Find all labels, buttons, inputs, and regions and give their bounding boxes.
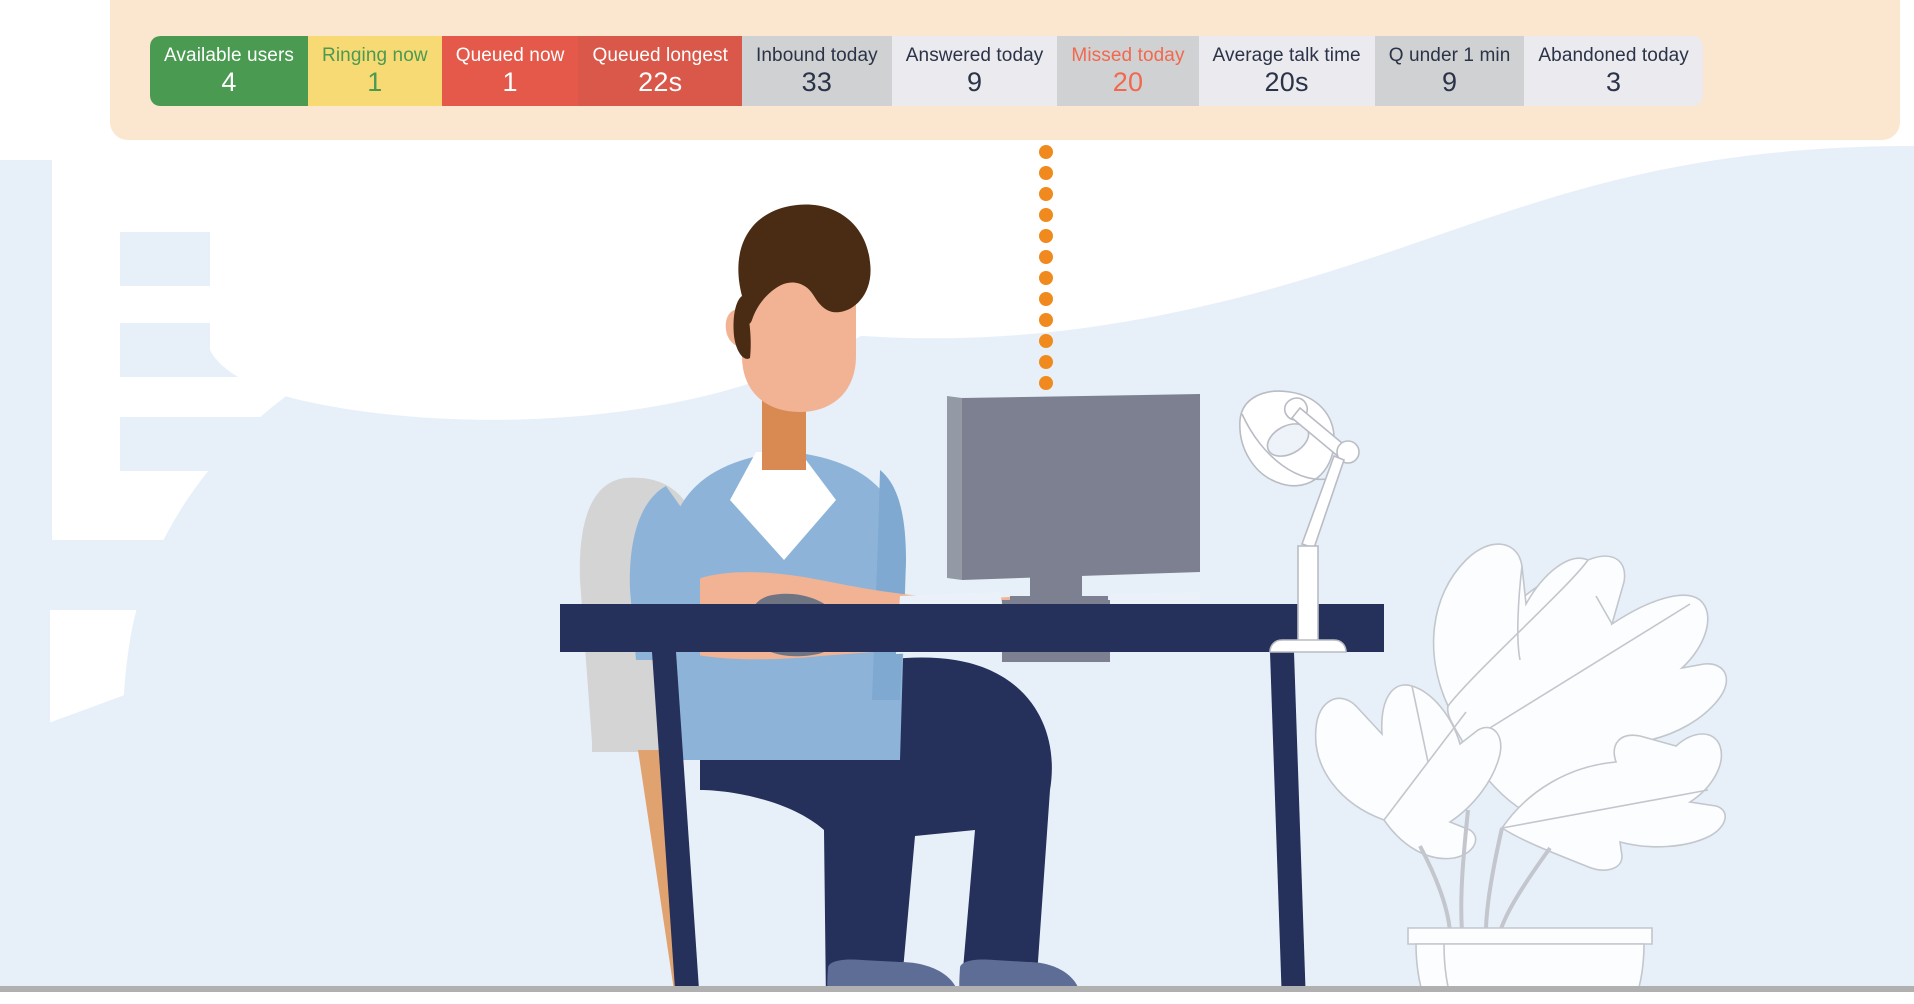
stat-label-q-under-1-min: Q under 1 min	[1388, 45, 1511, 66]
floor-line	[0, 986, 1914, 992]
stat-tile-average-talk-time[interactable]: Average talk time 20s	[1198, 36, 1375, 106]
stat-tile-abandoned-today[interactable]: Abandoned today 3	[1524, 36, 1703, 106]
office-illustration	[0, 0, 1914, 1004]
stat-value-q-under-1-min: 9	[1441, 67, 1458, 97]
stat-tile-ringing-now[interactable]: Ringing now 1	[308, 36, 442, 106]
stat-value-ringing-now: 1	[367, 67, 383, 97]
stat-bar: Available users 4 Ringing now 1 Queued now 1 Q…	[150, 36, 1703, 106]
stat-tile-inbound-today[interactable]: Inbound today 33	[742, 36, 892, 106]
stat-value-missed-today: 20	[1112, 67, 1144, 97]
stat-tile-q-under-1-min[interactable]: Q under 1 min 9	[1374, 36, 1525, 106]
stat-tile-missed-today[interactable]: Missed today 20	[1057, 36, 1199, 106]
stat-label-missed-today: Missed today	[1071, 45, 1185, 66]
stat-label-queued-now: Queued now	[455, 45, 565, 66]
stat-label-answered-today: Answered today	[905, 45, 1044, 66]
stat-label-average-talk-time: Average talk time	[1212, 45, 1361, 66]
stat-tile-answered-today[interactable]: Answered today 9	[891, 36, 1058, 106]
stat-bar-container: Available users 4 Ringing now 1 Queued now 1 Q…	[110, 0, 1900, 140]
stat-label-inbound-today: Inbound today	[756, 45, 878, 66]
floor-band	[0, 992, 1914, 1004]
stat-tile-queued-now[interactable]: Queued now 1	[441, 36, 579, 106]
stat-value-answered-today: 9	[966, 67, 983, 97]
stat-label-ringing-now: Ringing now	[322, 45, 428, 66]
stat-tile-available-users[interactable]: Available users 4	[150, 36, 309, 106]
stat-label-abandoned-today: Abandoned today	[1538, 45, 1689, 66]
stat-value-available-users: 4	[221, 67, 237, 97]
stat-tile-queued-longest[interactable]: Queued longest 22s	[578, 36, 742, 106]
stat-value-queued-now: 1	[502, 67, 518, 97]
stat-label-available-users: Available users	[164, 45, 295, 66]
stat-value-inbound-today: 33	[801, 67, 833, 97]
stat-label-queued-longest: Queued longest	[592, 45, 728, 66]
stat-value-average-talk-time: 20s	[1264, 67, 1309, 97]
stat-value-abandoned-today: 3	[1606, 67, 1622, 97]
stat-value-queued-longest: 22s	[638, 67, 683, 97]
